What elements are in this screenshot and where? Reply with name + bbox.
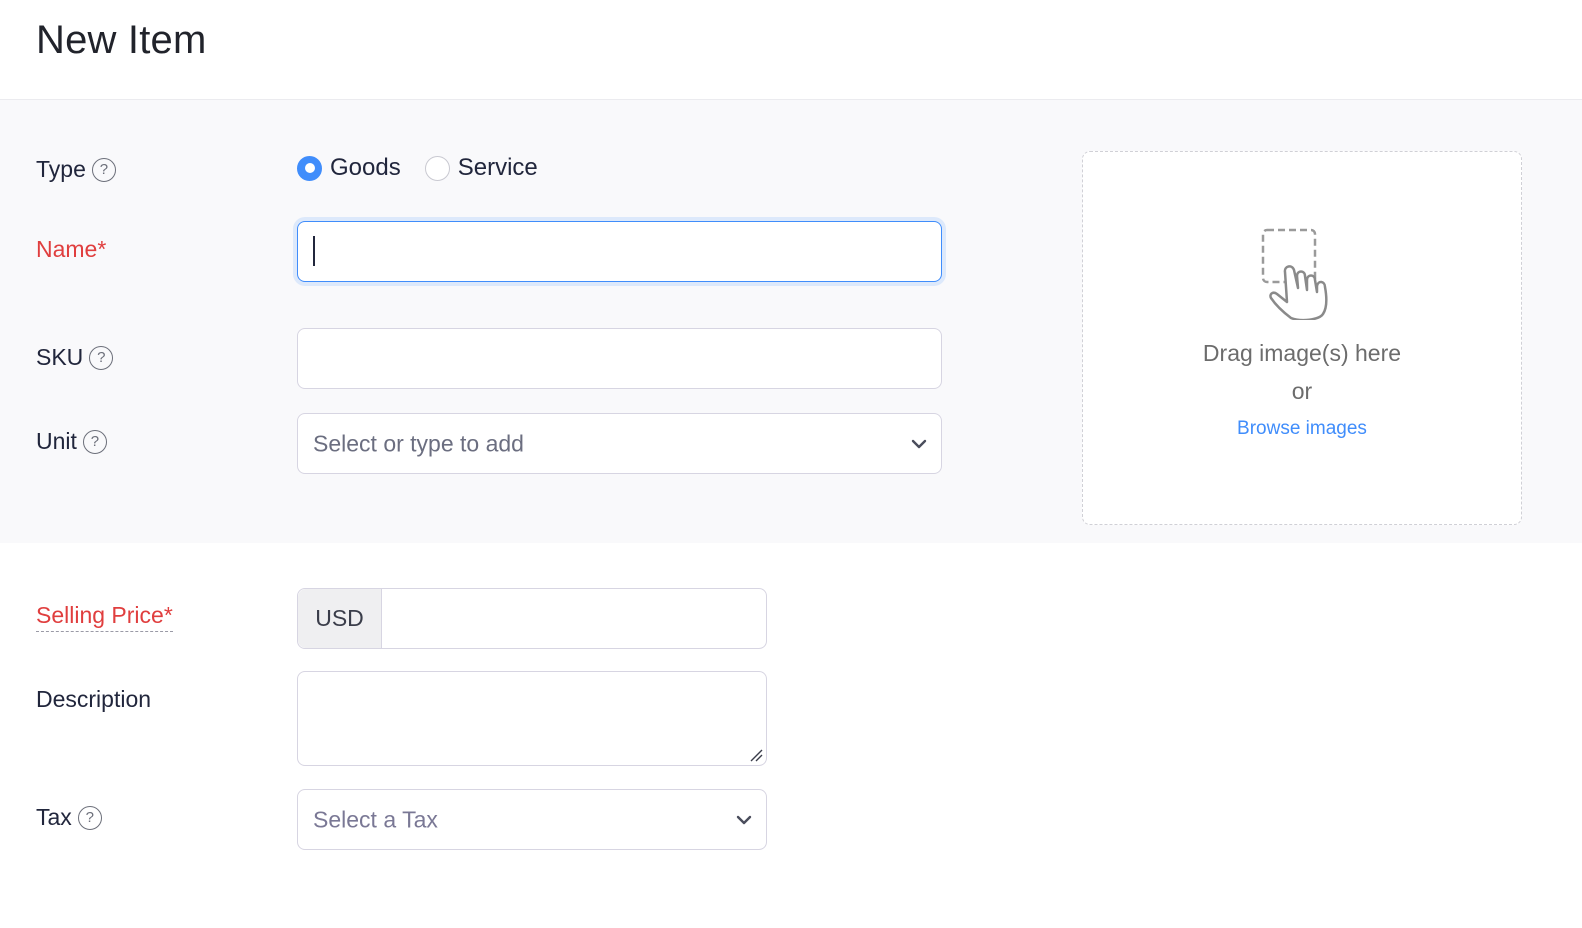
tax-label: Tax ? (36, 804, 102, 831)
description-label: Description (36, 686, 151, 713)
chevron-down-icon[interactable] (736, 815, 752, 825)
page-title: New Item (36, 18, 207, 62)
unit-label: Unit ? (36, 428, 107, 455)
type-label: Type ? (36, 156, 116, 183)
drag-drop-hand-icon (1261, 228, 1328, 320)
or-text: or (1291, 378, 1313, 404)
radio-service[interactable]: Service (424, 154, 538, 182)
type-radio-group: Goods Service (297, 154, 538, 182)
sku-label-text: SKU (36, 344, 84, 370)
name-label-text: Name* (36, 236, 107, 262)
radio-goods-indicator[interactable] (297, 155, 322, 181)
unit-label-text: Unit (36, 428, 77, 454)
sku-label: SKU ? (36, 344, 114, 371)
question-circle-icon[interactable]: ? (77, 805, 102, 830)
tax-select[interactable]: Select a Tax (297, 789, 767, 850)
radio-goods[interactable]: Goods (297, 154, 401, 182)
resize-handle-icon[interactable] (749, 748, 763, 762)
question-circle-icon[interactable]: ? (89, 345, 114, 370)
selling-price-label: Selling Price* (36, 602, 173, 632)
chevron-down-icon[interactable] (911, 439, 927, 449)
selling-price-input[interactable]: USD (297, 588, 767, 649)
unit-select[interactable]: Select or type to add (297, 413, 942, 474)
name-label: Name* (36, 236, 106, 263)
page-header: New Item (0, 0, 1582, 100)
unit-placeholder: Select or type to add (313, 430, 524, 456)
currency-prefix: USD (298, 589, 382, 648)
question-circle-icon[interactable]: ? (91, 157, 116, 182)
radio-service-label: Service (457, 154, 538, 181)
sku-input[interactable] (297, 328, 942, 389)
name-input[interactable] (297, 221, 942, 282)
question-circle-icon[interactable]: ? (82, 429, 107, 454)
text-caret (313, 236, 315, 266)
description-textarea[interactable] (297, 671, 767, 766)
image-dropzone[interactable]: Drag image(s) here or Browse images (1082, 151, 1522, 525)
tax-placeholder: Select a Tax (313, 806, 438, 832)
type-label-text: Type (36, 156, 86, 182)
browse-images-link[interactable]: Browse images (1083, 418, 1521, 440)
selling-price-label-text: Selling Price* (36, 602, 173, 632)
drag-text: Drag image(s) here (1202, 340, 1402, 366)
radio-goods-label: Goods (330, 154, 401, 181)
tax-label-text: Tax (36, 804, 72, 830)
description-label-text: Description (36, 686, 152, 712)
radio-service-indicator[interactable] (424, 155, 450, 181)
